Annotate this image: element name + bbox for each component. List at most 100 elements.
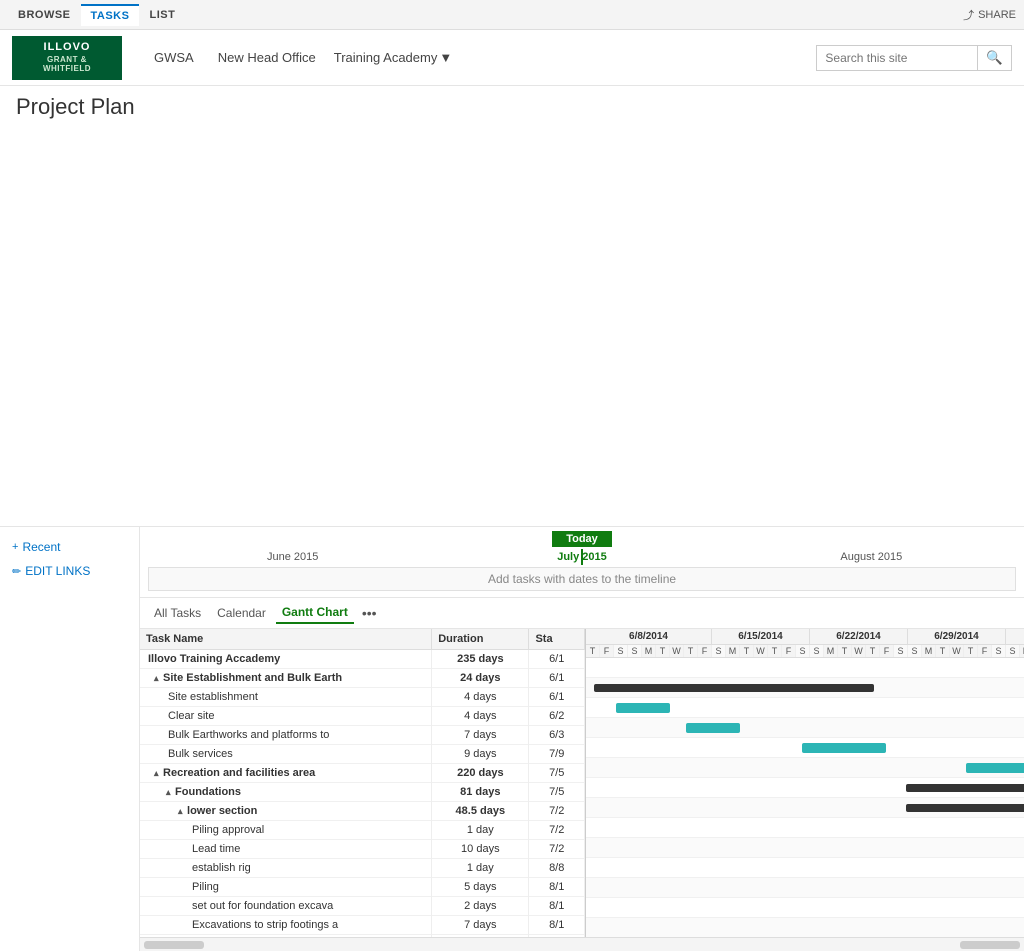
gantt-day: T: [586, 645, 600, 657]
task-name: Lead time: [192, 843, 240, 855]
col-start: Sta: [529, 629, 585, 650]
gantt-date-header: 6/8/2014TFSSMTWTF6/15/2014SMTWTFS6/22/20…: [586, 629, 1024, 658]
timeline-header: Today June 2015 July 2015 August 2015 Ad…: [140, 527, 1024, 598]
list-button[interactable]: LIST: [139, 5, 185, 25]
table-row[interactable]: Piling approval1 day7/2: [140, 821, 585, 840]
gantt-day: S: [712, 645, 726, 657]
task-start: 7/2: [529, 821, 585, 840]
gantt-row: [586, 798, 1024, 818]
table-row[interactable]: Bulk services9 days7/9: [140, 745, 585, 764]
tab-gantt[interactable]: Gantt Chart: [276, 602, 354, 624]
date-left: June 2015: [148, 551, 437, 563]
task-start: 6/1: [529, 669, 585, 688]
gantt-day: T: [684, 645, 698, 657]
task-start: 7/9: [529, 745, 585, 764]
task-duration: 235 days: [432, 650, 529, 669]
edit-icon: ✏: [12, 565, 21, 578]
gantt-row: [586, 658, 1024, 678]
table-row[interactable]: ▴ lower section48.5 days7/2: [140, 802, 585, 821]
table-row[interactable]: ▴ Site Establishment and Bulk Earth24 da…: [140, 669, 585, 688]
task-start: 6/3: [529, 726, 585, 745]
col-task-name: Task Name: [140, 629, 432, 650]
task-table[interactable]: Task Name Duration Sta Illovo Training A…: [140, 629, 586, 937]
more-tabs-icon[interactable]: •••: [358, 605, 381, 621]
tab-all-tasks[interactable]: All Tasks: [148, 603, 207, 623]
gantt-day: F: [698, 645, 712, 657]
date-right: August 2015: [727, 551, 1016, 563]
search-input[interactable]: [817, 47, 977, 69]
table-row[interactable]: Excavations to strip footings a7 days8/1: [140, 916, 585, 935]
chevron-down-icon: ▼: [439, 50, 452, 65]
task-duration: 4 days: [432, 688, 529, 707]
share-button[interactable]: ⤴ SHARE: [963, 7, 1016, 23]
today-line: [581, 549, 583, 565]
scroll-thumb-right[interactable]: [960, 941, 1020, 949]
task-duration: 1 day: [432, 859, 529, 878]
gantt-date-label: 6/22/2014: [810, 629, 907, 645]
task-start: 7/2: [529, 802, 585, 821]
gantt-day: W: [754, 645, 768, 657]
page-title-bar: Project Plan: [0, 86, 1024, 527]
col-duration: Duration: [432, 629, 529, 650]
sidebar-recent[interactable]: + Recent: [0, 535, 139, 559]
gantt-day: M: [824, 645, 838, 657]
search-button[interactable]: 🔍: [977, 46, 1011, 70]
search-icon: 🔍: [986, 50, 1003, 65]
task-start: 8/1: [529, 916, 585, 935]
bottom-scrollbar[interactable]: [140, 937, 1024, 951]
task-name: set out for foundation excava: [192, 900, 333, 912]
table-row[interactable]: Bulk Earthworks and platforms to7 days6/…: [140, 726, 585, 745]
task-duration: 4 days: [432, 707, 529, 726]
task-start: 7/5: [529, 764, 585, 783]
table-row[interactable]: ▴ Foundations81 days7/5: [140, 783, 585, 802]
add-tasks-bar: Add tasks with dates to the timeline: [148, 567, 1016, 591]
gantt-day: T: [838, 645, 852, 657]
gantt-day: M: [922, 645, 936, 657]
table-row[interactable]: set out for foundation excava2 days8/1: [140, 897, 585, 916]
gantt-row: [586, 698, 1024, 718]
gantt-day: W: [852, 645, 866, 657]
table-row[interactable]: establish rig1 day8/8: [140, 859, 585, 878]
task-name: Bulk services: [168, 748, 233, 760]
scroll-thumb-left[interactable]: [144, 941, 204, 949]
browse-button[interactable]: BROWSE: [8, 5, 81, 25]
expand-icon: ▴: [178, 806, 185, 816]
tabs-bar: All Tasks Calendar Gantt Chart •••: [140, 598, 1024, 629]
gantt-row: [586, 858, 1024, 878]
gantt-day: M: [1020, 645, 1024, 657]
table-row[interactable]: Lead time10 days7/2: [140, 840, 585, 859]
subnav-office[interactable]: New Head Office: [206, 46, 328, 69]
table-row[interactable]: Clear site4 days6/2: [140, 707, 585, 726]
task-duration: 220 days: [432, 764, 529, 783]
task-name: Piling approval: [192, 824, 264, 836]
table-row[interactable]: Piling5 days8/1: [140, 878, 585, 897]
gantt-row: [586, 878, 1024, 898]
gantt-date-label: 6/29/2014: [908, 629, 1005, 645]
task-name: Site Establishment and Bulk Earth: [163, 672, 342, 684]
task-duration: 10 days: [432, 840, 529, 859]
table-row[interactable]: ▴ Recreation and facilities area 220 days…: [140, 764, 585, 783]
task-name: Clear site: [168, 710, 214, 722]
search-box[interactable]: 🔍: [816, 45, 1012, 71]
subnav-gwsa[interactable]: GWSA: [142, 46, 206, 69]
task-name: Recreation and facilities area: [163, 767, 315, 779]
task-name: Foundations: [175, 786, 241, 798]
gantt-day: F: [880, 645, 894, 657]
task-name: Site establishment: [168, 691, 258, 703]
gantt-day: S: [614, 645, 628, 657]
tasks-button[interactable]: TASKS: [81, 4, 140, 26]
task-name: Illovo Training Accademy: [148, 653, 280, 665]
subnav-academy[interactable]: Training Academy ▼: [328, 46, 458, 69]
gantt-day: S: [894, 645, 908, 657]
gantt-date-label: 6/15/2014: [712, 629, 809, 645]
sidebar-edit-links[interactable]: ✏ EDIT LINKS: [0, 559, 139, 583]
gantt-rows: [586, 658, 1024, 937]
table-row[interactable]: Illovo Training Accademy235 days6/1: [140, 650, 585, 669]
tab-calendar[interactable]: Calendar: [211, 603, 272, 623]
table-row[interactable]: Site establishment4 days6/1: [140, 688, 585, 707]
gantt-row: [586, 838, 1024, 858]
gantt-chart[interactable]: 6/8/2014TFSSMTWTF6/15/2014SMTWTFS6/22/20…: [586, 629, 1024, 937]
today-badge: Today: [552, 531, 612, 547]
expand-icon: ▴: [154, 768, 161, 778]
gantt-date-group: 7/6/2014SMTWTFS: [1006, 629, 1024, 657]
